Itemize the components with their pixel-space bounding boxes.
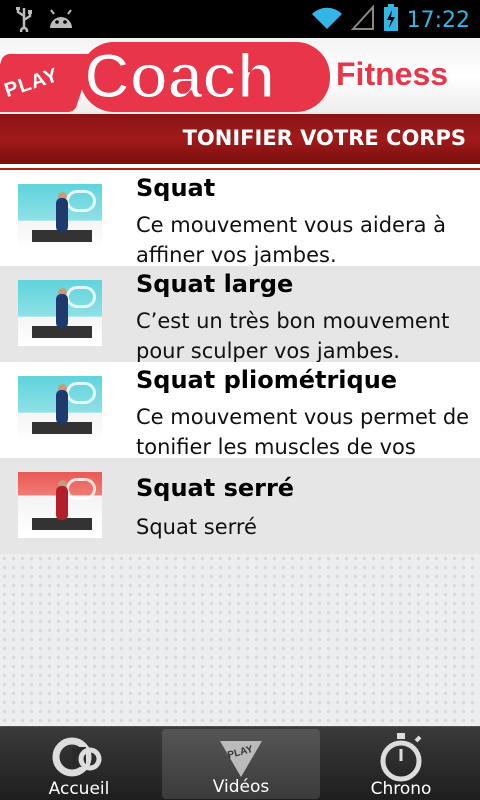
video-thumbnail bbox=[18, 376, 102, 442]
video-description: Ce mouvement vous aidera à affiner vos j… bbox=[136, 213, 447, 266]
list-background bbox=[0, 554, 480, 726]
section-title-bar: TONIFIER VOTRE CORPS bbox=[0, 114, 480, 164]
list-item[interactable]: Squat pliométrique Ce mouvement vous per… bbox=[0, 362, 480, 458]
section-title: TONIFIER VOTRE CORPS bbox=[182, 126, 466, 150]
list-item[interactable]: Squat serré Squat serré bbox=[0, 458, 480, 554]
list-item[interactable]: Squat large C’est un très bon mouvement … bbox=[0, 266, 480, 362]
play-video-icon: PLAY bbox=[216, 735, 266, 783]
tab-accueil[interactable]: Accueil bbox=[0, 727, 158, 800]
video-thumbnail bbox=[18, 184, 102, 250]
video-title: Squat pliométrique bbox=[136, 366, 398, 394]
brand-coach: Coach bbox=[83, 39, 278, 114]
android-debug-icon bbox=[48, 8, 74, 34]
video-thumbnail bbox=[18, 472, 102, 538]
app-header-banner: PLAY Coach Fitness bbox=[0, 38, 480, 114]
video-description: Squat serré bbox=[136, 515, 257, 539]
tab-label: Vidéos bbox=[212, 777, 270, 797]
status-bar: 17:22 bbox=[0, 0, 480, 38]
video-title: Squat serré bbox=[136, 474, 295, 502]
tab-chrono[interactable]: Chrono bbox=[322, 727, 480, 800]
video-title: Squat bbox=[136, 174, 216, 202]
video-title: Squat large bbox=[136, 270, 294, 298]
video-thumbnail bbox=[18, 280, 102, 346]
home-logo-icon bbox=[52, 733, 106, 785]
bottom-tab-bar: Accueil PLAY Vidéos Chrono bbox=[0, 726, 480, 800]
video-description: C’est un très bon mouvement pour sculper… bbox=[136, 309, 450, 362]
video-list: Squat Ce mouvement vous aidera à affiner… bbox=[0, 170, 480, 554]
list-item[interactable]: Squat Ce mouvement vous aidera à affiner… bbox=[0, 170, 480, 266]
tab-videos[interactable]: PLAY Vidéos bbox=[162, 729, 320, 799]
usb-icon bbox=[14, 6, 34, 36]
brand-fitness: Fitness bbox=[336, 56, 449, 92]
signal-icon bbox=[350, 4, 375, 35]
tab-label: Accueil bbox=[48, 779, 110, 799]
battery-charging-icon bbox=[383, 4, 399, 36]
wifi-icon bbox=[311, 5, 343, 35]
video-description: Ce mouvement vous permet de tonifier les… bbox=[136, 405, 470, 458]
tab-label: Chrono bbox=[370, 779, 432, 799]
clock: 17:22 bbox=[406, 7, 470, 33]
